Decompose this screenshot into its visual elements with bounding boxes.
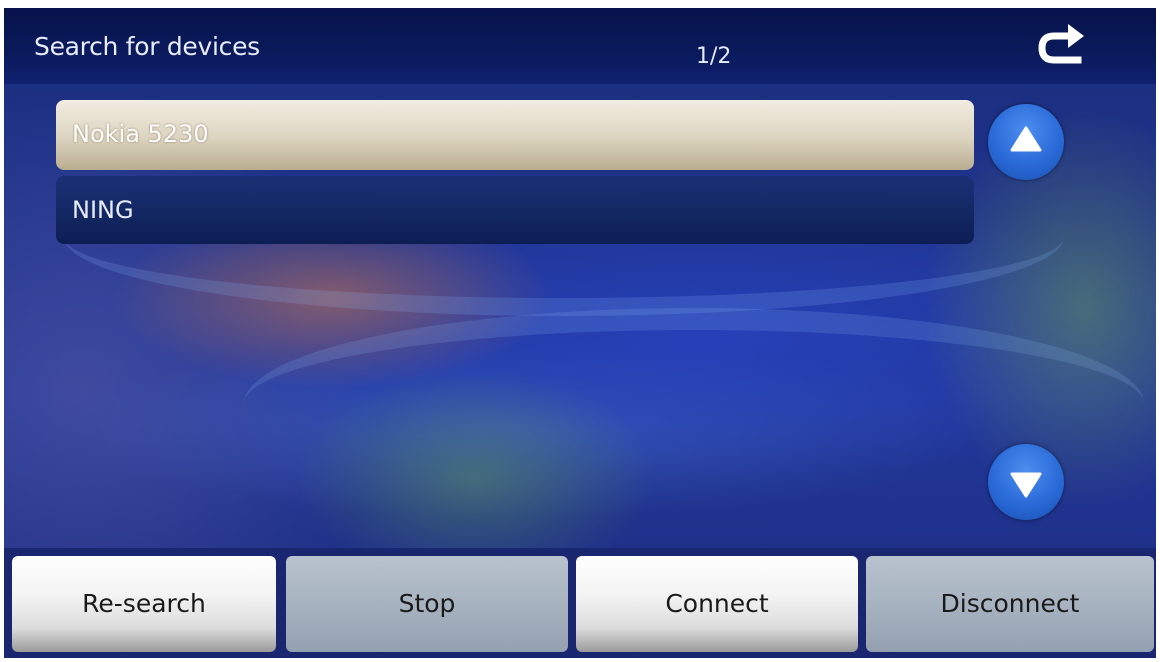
connect-button[interactable]: Connect xyxy=(576,556,858,652)
scroll-up-button[interactable] xyxy=(988,104,1064,180)
device-name: Nokia 5230 xyxy=(72,120,209,148)
scroll-down-button[interactable] xyxy=(988,444,1064,520)
device-list-item[interactable]: Nokia 5230 xyxy=(56,100,974,170)
disconnect-button[interactable]: Disconnect xyxy=(866,556,1154,652)
page-title: Search for devices xyxy=(34,32,260,61)
device-search-screen: Search for devices 1/2 Nokia 5230 NING R… xyxy=(4,8,1156,658)
action-bar: Re-search Stop Connect Disconnect xyxy=(4,548,1156,658)
back-arrow-icon xyxy=(1038,24,1084,64)
header-bar: Search for devices 1/2 xyxy=(4,8,1156,84)
arrow-down-icon xyxy=(1010,472,1042,498)
page-indicator: 1/2 xyxy=(696,44,732,69)
research-button[interactable]: Re-search xyxy=(12,556,276,652)
arrow-up-icon xyxy=(1010,126,1042,152)
stop-button[interactable]: Stop xyxy=(286,556,568,652)
device-name: NING xyxy=(72,196,134,224)
device-list-item[interactable]: NING xyxy=(56,176,974,244)
back-button[interactable] xyxy=(1032,20,1092,72)
